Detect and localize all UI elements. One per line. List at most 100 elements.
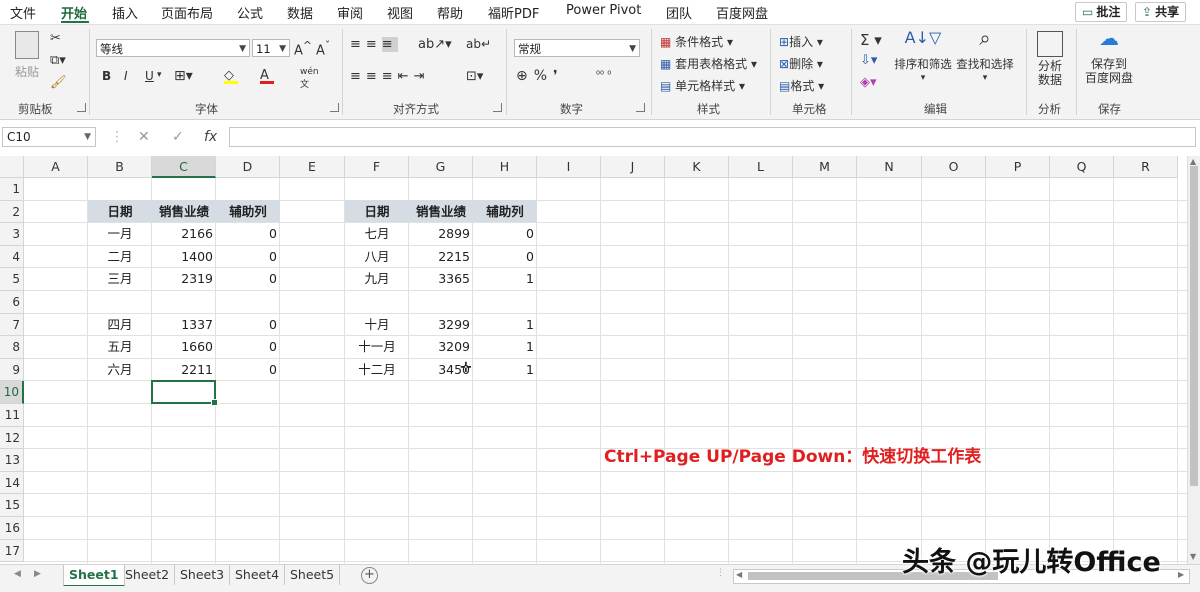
phonetic-icon[interactable]: wén 文 bbox=[300, 67, 319, 90]
row-header-4[interactable]: 4 bbox=[0, 245, 24, 269]
ribbon-tab-11[interactable]: 团队 bbox=[666, 3, 692, 22]
column-header-b[interactable]: B bbox=[88, 156, 152, 178]
table_left-header-2[interactable]: 辅助列 bbox=[216, 201, 280, 223]
insert-cells-button[interactable]: ⊞插入 ▾ bbox=[779, 33, 823, 50]
clear-icon[interactable]: ◈▾ bbox=[860, 75, 877, 90]
enter-icon[interactable]: ✓ bbox=[172, 129, 184, 145]
analyze-data-button[interactable]: 分析 数据 bbox=[1032, 31, 1068, 87]
increase-font-icon[interactable]: A^ bbox=[294, 39, 312, 58]
table-cell[interactable]: 1660 bbox=[152, 336, 216, 358]
row-header-7[interactable]: 7 bbox=[0, 313, 24, 337]
vertical-scroll-thumb[interactable] bbox=[1190, 166, 1198, 486]
ribbon-tab-8[interactable]: 帮助 bbox=[437, 3, 463, 22]
autosum-icon[interactable]: Σ ▾ bbox=[860, 31, 882, 49]
row-header-16[interactable]: 16 bbox=[0, 517, 24, 540]
comment-button[interactable]: ▭ 批注 bbox=[1075, 2, 1128, 22]
save-to-baidu-button[interactable]: ☁ 保存到 百度网盘 bbox=[1082, 28, 1136, 85]
ribbon-tab-7[interactable]: 视图 bbox=[387, 3, 413, 22]
font-color-icon[interactable]: A bbox=[260, 68, 274, 84]
copy-icon[interactable]: ⧉▾ bbox=[50, 53, 66, 68]
italic-button[interactable]: I bbox=[124, 69, 128, 83]
wrap-text-icon[interactable]: ab↵ bbox=[466, 37, 491, 51]
ribbon-tab-6[interactable]: 审阅 bbox=[337, 3, 363, 22]
table_left-header-0[interactable]: 日期 bbox=[88, 201, 152, 223]
table-cell[interactable]: 七月 bbox=[345, 223, 409, 245]
table-cell[interactable]: 六月 bbox=[88, 359, 152, 381]
table-cell[interactable]: 2899 bbox=[409, 223, 473, 245]
scroll-right-icon[interactable]: ▶ bbox=[1178, 570, 1184, 579]
table-cell[interactable] bbox=[88, 291, 152, 313]
font-name-select[interactable]: 等线 ▼ bbox=[96, 39, 250, 57]
ribbon-tab-12[interactable]: 百度网盘 bbox=[716, 3, 768, 22]
conditional-format-button[interactable]: ▦ 条件格式 ▾ bbox=[660, 33, 733, 50]
row-header-10[interactable]: 10 bbox=[0, 381, 24, 404]
table-cell[interactable]: 五月 bbox=[88, 336, 152, 358]
row-header-12[interactable]: 12 bbox=[0, 426, 24, 450]
table-cell[interactable]: 0 bbox=[216, 223, 280, 245]
table-cell[interactable]: 0 bbox=[216, 359, 280, 381]
row-header-11[interactable]: 11 bbox=[0, 404, 24, 427]
worksheet-grid[interactable]: ABCDEFGHIJKLMNOPQR 1 2 3 4 5 6 7 8 9 10 11 12 13 14 15… bbox=[0, 156, 1187, 564]
table-cell[interactable]: 三月 bbox=[88, 268, 152, 290]
table_right-header-0[interactable]: 日期 bbox=[345, 201, 409, 223]
table-cell[interactable]: 九月 bbox=[345, 268, 409, 290]
table-cell[interactable] bbox=[345, 291, 409, 313]
sheet-tab-sheet1[interactable]: Sheet1 bbox=[63, 565, 125, 587]
name-box[interactable]: C10 ▼ bbox=[2, 127, 96, 147]
horizontal-align-icons[interactable]: ≡≡≡⇤⇥ bbox=[350, 69, 429, 84]
column-header-g[interactable]: G bbox=[409, 156, 473, 178]
column-header-o[interactable]: O bbox=[922, 156, 986, 178]
row-header-9[interactable]: 9 bbox=[0, 358, 24, 382]
table-cell[interactable]: 十一月 bbox=[345, 336, 409, 358]
table-cell[interactable]: 2319 bbox=[152, 268, 216, 290]
table-cell[interactable]: 0 bbox=[473, 246, 537, 268]
next-sheet-icon[interactable]: ▶ bbox=[34, 569, 41, 579]
table-cell[interactable]: 1 bbox=[473, 314, 537, 336]
ribbon-tab-3[interactable]: 页面布局 bbox=[161, 3, 213, 22]
table-cell[interactable]: 0 bbox=[473, 223, 537, 245]
table-cell[interactable]: 0 bbox=[216, 268, 280, 290]
selected-cell-c10[interactable] bbox=[151, 380, 218, 406]
row-header-5[interactable]: 5 bbox=[0, 268, 24, 291]
table-cell[interactable]: 十月 bbox=[345, 314, 409, 336]
column-header-r[interactable]: R bbox=[1114, 156, 1178, 178]
sort-filter-button[interactable]: A↓▽ 排序和筛选 ▾ bbox=[894, 30, 952, 85]
column-header-d[interactable]: D bbox=[216, 156, 280, 178]
delete-cells-button[interactable]: ⊠删除 ▾ bbox=[779, 55, 823, 72]
fill-icon[interactable]: ⇩▾ bbox=[860, 53, 877, 68]
column-header-k[interactable]: K bbox=[665, 156, 729, 178]
row-header-1[interactable]: 1 bbox=[0, 178, 24, 201]
sheet-tab-sheet4[interactable]: Sheet4 bbox=[230, 565, 286, 585]
table-cell[interactable]: 2166 bbox=[152, 223, 216, 245]
table-cell[interactable]: 一月 bbox=[88, 223, 152, 245]
find-select-button[interactable]: ⌕ 查找和选择 ▾ bbox=[954, 28, 1016, 85]
cancel-icon[interactable]: ✕ bbox=[138, 129, 150, 145]
decrease-font-icon[interactable]: Aˇ bbox=[316, 39, 330, 58]
fill-color-icon[interactable]: ◇ bbox=[224, 68, 238, 84]
table-cell[interactable]: 1 bbox=[473, 268, 537, 290]
ribbon-tab-10[interactable]: Power Pivot bbox=[566, 3, 641, 18]
table-cell[interactable]: 1337 bbox=[152, 314, 216, 336]
number-format-icons[interactable]: ⊕%❜ bbox=[516, 68, 564, 84]
table-cell[interactable]: 3209 bbox=[409, 336, 473, 358]
vertical-align-icons[interactable]: ≡≡≡ bbox=[350, 37, 398, 52]
font-size-select[interactable]: 11 ▼ bbox=[252, 39, 290, 57]
add-sheet-button[interactable]: + bbox=[361, 567, 378, 584]
cell-styles-button[interactable]: ▤ 单元格样式 ▾ bbox=[660, 77, 745, 94]
row-header-13[interactable]: 13 bbox=[0, 449, 24, 472]
border-icon[interactable]: ⊞▾ bbox=[174, 68, 193, 84]
insert-function-icon[interactable]: fx bbox=[204, 129, 217, 145]
prev-sheet-icon[interactable]: ◀ bbox=[14, 569, 21, 579]
formula-input[interactable] bbox=[229, 127, 1196, 147]
table-cell[interactable]: 1 bbox=[473, 336, 537, 358]
table_left-header-1[interactable]: 销售业绩 bbox=[152, 201, 216, 223]
paste-button[interactable]: 粘贴 bbox=[10, 31, 44, 79]
column-header-c[interactable]: C bbox=[152, 156, 216, 178]
column-header-i[interactable]: I bbox=[537, 156, 601, 178]
row-header-3[interactable]: 3 bbox=[0, 223, 24, 246]
orientation-icon[interactable]: ab↗▾ bbox=[418, 37, 452, 52]
column-header-p[interactable]: P bbox=[986, 156, 1050, 178]
column-header-m[interactable]: M bbox=[793, 156, 857, 178]
ribbon-tab-2[interactable]: 插入 bbox=[112, 3, 138, 22]
table-cell[interactable]: 0 bbox=[216, 246, 280, 268]
